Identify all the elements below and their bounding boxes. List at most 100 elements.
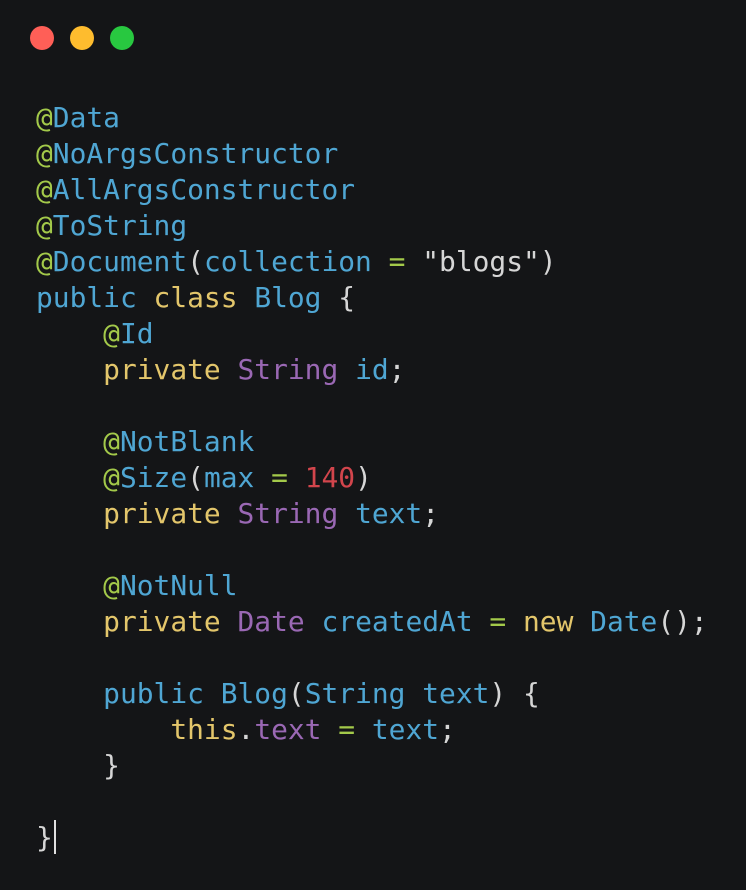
- code-line: @NotBlank: [36, 424, 708, 460]
- code-token-yellow: new: [523, 605, 574, 638]
- code-token-blue: text: [371, 713, 440, 746]
- minimize-button[interactable]: [70, 26, 94, 50]
- code-token-plain: (: [187, 245, 204, 278]
- code-token-at: @: [103, 461, 120, 494]
- code-token-blue: Size: [119, 461, 188, 494]
- code-token-yellow: private: [103, 497, 221, 530]
- code-token-yellow: class: [153, 281, 238, 314]
- maximize-button[interactable]: [110, 26, 134, 50]
- code-token-plain: {: [321, 281, 356, 314]
- code-token-plain: ;: [422, 497, 440, 530]
- code-token-blue: id: [355, 353, 389, 386]
- code-line: private String text;: [36, 496, 708, 532]
- code-token-blue: text: [422, 677, 490, 710]
- code-token-plain: ): [355, 461, 372, 494]
- code-line: @Size(max = 140): [36, 460, 708, 496]
- code-line: @AllArgsConstructor: [36, 172, 708, 208]
- code-token-green: =: [489, 605, 507, 638]
- code-line: ​: [36, 784, 708, 820]
- code-line: @Id: [36, 316, 708, 352]
- code-token-blue: public: [103, 677, 204, 710]
- code-token-plain: ();: [657, 605, 708, 638]
- code-token-plain: ): [539, 245, 557, 278]
- code-token-purple: String: [237, 353, 339, 386]
- code-token-at: @: [36, 173, 53, 206]
- code-token-plain: ) {: [489, 677, 540, 710]
- code-line: @NoArgsConstructor: [36, 136, 708, 172]
- code-token-plain: "blogs": [422, 245, 540, 278]
- code-token-blue: NoArgsConstructor: [52, 137, 339, 170]
- code-token-blue: max: [203, 461, 255, 494]
- code-token-blue: Blog: [254, 281, 322, 314]
- code-token-red: 140: [304, 461, 356, 494]
- code-editor[interactable]: @Data @NoArgsConstructor @AllArgsConstruct…: [36, 100, 708, 856]
- code-token-plain: ;: [439, 713, 456, 746]
- code-line: @Data: [36, 100, 708, 136]
- close-button[interactable]: [30, 26, 54, 50]
- code-token-plain: }: [36, 821, 53, 854]
- code-line: }: [36, 820, 708, 856]
- code-token-blue: Id: [119, 317, 154, 350]
- code-token-at: @: [103, 317, 120, 350]
- code-line: ​: [36, 532, 708, 568]
- code-token-at: @: [36, 137, 53, 170]
- code-line: }: [36, 748, 708, 784]
- code-token-blue: Blog: [220, 677, 288, 710]
- code-line: private Date createdAt = new Date();: [36, 604, 708, 640]
- code-token-blue: collection: [203, 245, 372, 278]
- code-token-plain: .: [237, 713, 255, 746]
- code-line: private String id;: [36, 352, 708, 388]
- code-line: ​: [36, 388, 708, 424]
- code-token-purple: String: [237, 497, 339, 530]
- code-token-at: @: [36, 101, 53, 134]
- code-token-purple: text: [254, 713, 322, 746]
- code-token-blue: public: [36, 281, 137, 314]
- code-token-blue: Data: [52, 101, 120, 134]
- code-token-plain: }: [103, 749, 120, 782]
- code-token-blue: NotNull: [119, 569, 238, 602]
- code-token-blue: AllArgsConstructor: [52, 173, 356, 206]
- code-token-plain: (: [187, 461, 204, 494]
- code-line: public Blog(String text) {: [36, 676, 708, 712]
- code-line: this.text = text;: [36, 712, 708, 748]
- code-token-at: @: [103, 569, 120, 602]
- code-token-green: =: [338, 713, 356, 746]
- code-token-plain: ;: [388, 353, 406, 386]
- code-token-at: @: [36, 209, 53, 242]
- code-token-blue: NotBlank: [119, 425, 255, 458]
- code-token-blue: createdAt: [321, 605, 473, 638]
- code-line: @Document(collection = "blogs"): [36, 244, 708, 280]
- code-token-at: @: [36, 245, 53, 278]
- code-line: @ToString: [36, 208, 708, 244]
- code-token-blue: String: [304, 677, 406, 710]
- code-token-plain: (: [287, 677, 305, 710]
- text-cursor: [53, 820, 56, 854]
